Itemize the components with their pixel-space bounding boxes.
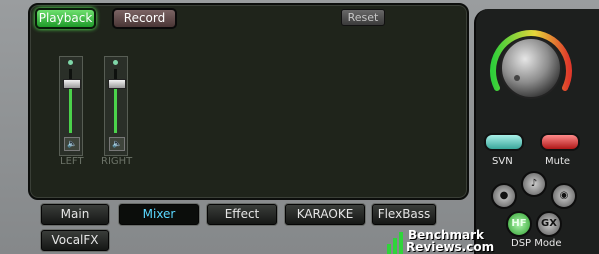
- watermark-line-2: Reviews.com: [406, 240, 495, 254]
- right-channel-label: RIGHT: [101, 156, 133, 167]
- svn-toggle[interactable]: [484, 133, 524, 151]
- gx-mode-icon[interactable]: GX: [536, 211, 562, 237]
- mute-label: Mute: [545, 156, 571, 167]
- left-slider-fill: [69, 83, 72, 133]
- right-indicator-icon: [113, 60, 118, 65]
- playback-button[interactable]: Playback: [35, 8, 96, 29]
- right-slider-handle[interactable]: [108, 79, 126, 90]
- master-volume-knob[interactable]: [481, 16, 581, 116]
- mixer-panel: [28, 3, 469, 200]
- watermark-bars-icon: [387, 232, 403, 254]
- reset-button[interactable]: Reset: [341, 9, 385, 26]
- watermark-logo: Benchmark Reviews.com: [386, 228, 494, 254]
- left-volume-slider[interactable]: 🔈: [59, 56, 83, 156]
- left-indicator-icon: [68, 60, 73, 65]
- hifi-mode-icon[interactable]: HF: [506, 211, 532, 237]
- movie-mode-icon[interactable]: ◉: [551, 183, 577, 209]
- tab-vocalfx[interactable]: VocalFX: [41, 230, 109, 251]
- tab-effect[interactable]: Effect: [207, 204, 277, 225]
- svn-label: SVN: [492, 156, 513, 167]
- left-slider-handle[interactable]: [63, 79, 81, 90]
- right-speaker-icon[interactable]: 🔈: [109, 137, 125, 151]
- left-channel-label: LEFT: [60, 156, 84, 167]
- dsp-mode-label: DSP Mode: [511, 238, 562, 249]
- right-volume-slider[interactable]: 🔈: [104, 56, 128, 156]
- music-mode-icon[interactable]: ♪: [521, 171, 547, 197]
- right-slider-fill: [114, 83, 117, 133]
- tab-mixer[interactable]: Mixer: [119, 204, 199, 225]
- mute-toggle[interactable]: [540, 133, 580, 151]
- tab-main[interactable]: Main: [41, 204, 109, 225]
- record-button[interactable]: Record: [112, 8, 177, 29]
- tab-flexbass[interactable]: FlexBass: [372, 204, 436, 225]
- game-mode-icon[interactable]: ●: [491, 183, 517, 209]
- tab-karaoke[interactable]: KARAOKE: [285, 204, 365, 225]
- left-speaker-icon[interactable]: 🔈: [64, 137, 80, 151]
